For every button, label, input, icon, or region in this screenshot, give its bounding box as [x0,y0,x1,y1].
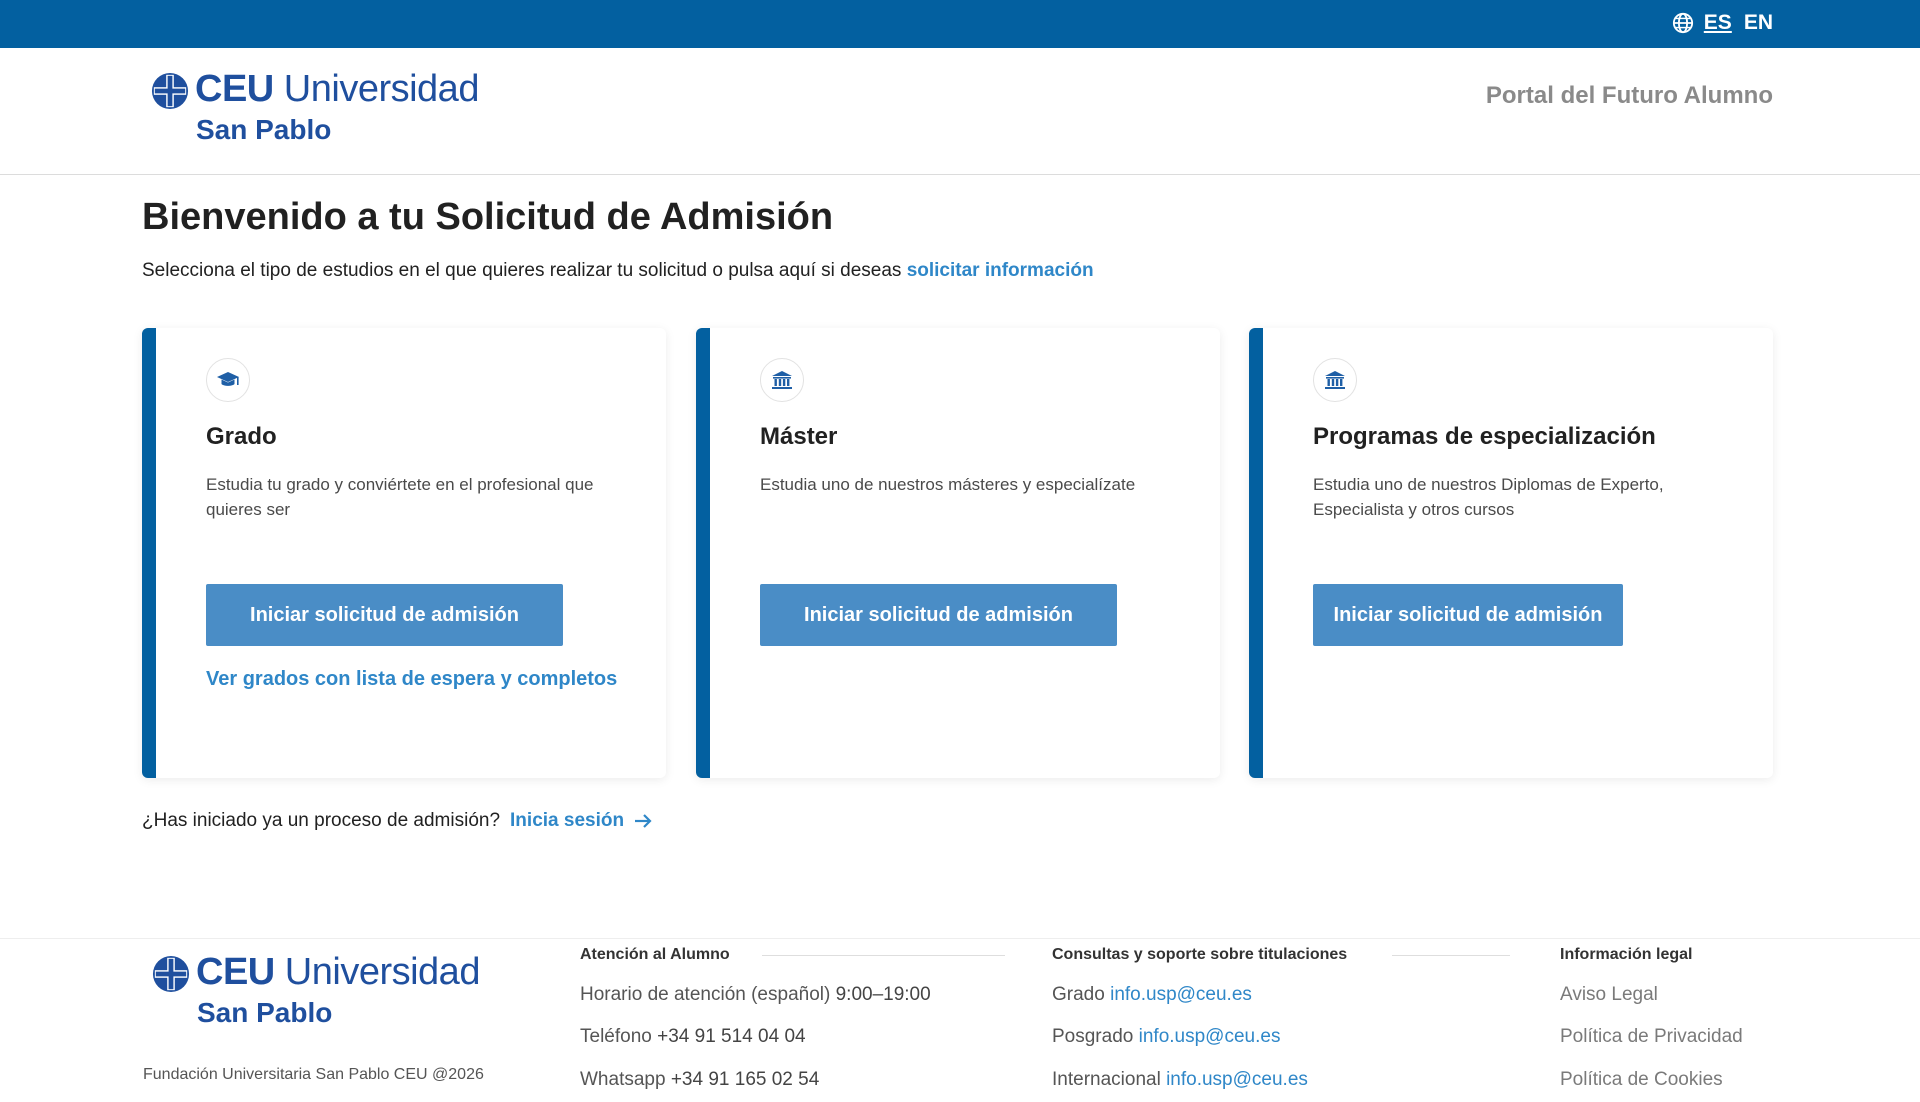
footer-column-title: Atención al Alumno [580,946,730,963]
start-application-button[interactable]: Iniciar solicitud de admisión [1313,584,1623,646]
login-prompt: ¿Has iniciado ya un proceso de admisión?… [142,810,652,832]
portal-link[interactable]: Portal del Futuro Alumno [1486,82,1773,110]
whatsapp-number[interactable]: +34 91 165 02 54 [671,1069,819,1090]
arrow-right-icon [635,814,652,828]
footer-logo[interactable]: CEU Universidad San Pablo [152,951,492,1041]
whatsapp: Whatsapp +34 91 165 02 54 [580,1069,820,1090]
divider [1392,955,1510,956]
card-title: Programas de especialización [1313,423,1656,450]
graduation-cap-icon [206,358,250,402]
card-programas: Programas de especialización Estudia uno… [1249,328,1773,778]
ceu-cross-icon [151,72,189,110]
card-title: Máster [760,423,838,450]
card-grado: Grado Estudia tu grado y conviértete en … [142,328,666,778]
divider [762,955,1005,956]
intro-text: Selecciona el tipo de estudios en el que… [142,260,1094,281]
page-title: Bienvenido a tu Solicitud de Admisión [142,196,834,238]
office-hours: Horario de atención (español) 9:00–19:00 [580,984,931,1005]
footer-column-title: Consultas y soporte sobre titulaciones [1052,946,1348,963]
card-master: Máster Estudia uno de nuestros másteres … [696,328,1220,778]
grado-contact: Grado info.usp@ceu.es [1052,984,1252,1005]
card-description: Estudia uno de nuestros Diplomas de Expe… [1313,475,1664,519]
card-title: Grado [206,423,277,450]
legal-notice-link[interactable]: Aviso Legal [1560,984,1658,1006]
start-application-button[interactable]: Iniciar solicitud de admisión [760,584,1117,646]
card-description: Estudia uno de nuestros másteres y espec… [760,475,1136,494]
waitlist-degrees-link[interactable]: Ver grados con lista de espera y complet… [206,668,617,691]
lang-en-link[interactable]: EN [1744,11,1773,35]
phone-number[interactable]: +34 91 514 04 04 [657,1026,805,1047]
logo-name: CEU Universidad [195,68,479,110]
ceu-cross-icon [152,955,190,993]
footer-column-title: Información legal [1560,946,1693,963]
login-link[interactable]: Inicia sesión [510,810,652,832]
phone: Teléfono +34 91 514 04 04 [580,1026,806,1047]
internacional-contact: Internacional info.usp@ceu.es [1052,1069,1308,1090]
university-logo[interactable]: CEU Universidad San Pablo [151,68,491,158]
logo-name: CEU Universidad [196,951,480,993]
request-info-link[interactable]: solicitar información [907,260,1094,281]
globe-icon [1672,12,1693,34]
copyright: Fundación Universitaria San Pablo CEU @2… [143,1066,484,1083]
cookies-policy-link[interactable]: Política de Cookies [1560,1069,1723,1091]
institution-icon [1313,358,1357,402]
internacional-email-link[interactable]: info.usp@ceu.es [1166,1069,1308,1090]
logo-campus: San Pablo [196,114,332,145]
privacy-policy-link[interactable]: Política de Privacidad [1560,1026,1743,1048]
logo-campus: San Pablo [197,997,333,1028]
start-application-button[interactable]: Iniciar solicitud de admisión [206,584,563,646]
language-switcher: ES EN [1672,11,1773,35]
top-bar: ES EN [0,0,1920,48]
site-header: CEU Universidad San Pablo Portal del Fut… [0,48,1920,175]
grado-email-link[interactable]: info.usp@ceu.es [1110,984,1252,1005]
site-footer: CEU Universidad San Pablo Fundación Univ… [0,938,1920,1102]
lang-es-link[interactable]: ES [1704,11,1732,35]
posgrado-email-link[interactable]: info.usp@ceu.es [1139,1026,1281,1047]
posgrado-contact: Posgrado info.usp@ceu.es [1052,1026,1281,1047]
institution-icon [760,358,804,402]
card-description: Estudia tu grado y conviértete en el pro… [206,475,594,519]
